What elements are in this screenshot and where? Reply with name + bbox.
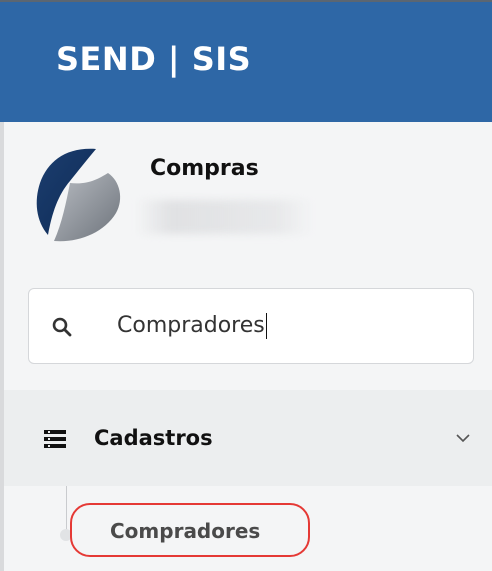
user-info-blurred <box>136 200 312 234</box>
logo-icon <box>36 148 121 242</box>
submenu-item-compradores[interactable]: Compradores <box>70 503 310 557</box>
search-input[interactable]: Compradores <box>117 313 267 339</box>
search-icon <box>52 317 72 337</box>
module-name: Compras <box>150 156 259 181</box>
submenu-item-label: Compradores <box>110 519 261 543</box>
menu-section-label: Cadastros <box>94 426 213 450</box>
text-caret <box>265 313 267 339</box>
menu-search-field[interactable]: Compradores <box>28 288 474 364</box>
brand-title[interactable]: SEND | SIS <box>56 40 251 78</box>
search-input-value: Compradores <box>117 313 265 338</box>
list-icon <box>44 430 66 448</box>
top-header: SEND | SIS <box>0 0 492 122</box>
chevron-down-icon[interactable] <box>456 434 470 443</box>
menu-section-cadastros[interactable]: Cadastros <box>4 390 492 486</box>
